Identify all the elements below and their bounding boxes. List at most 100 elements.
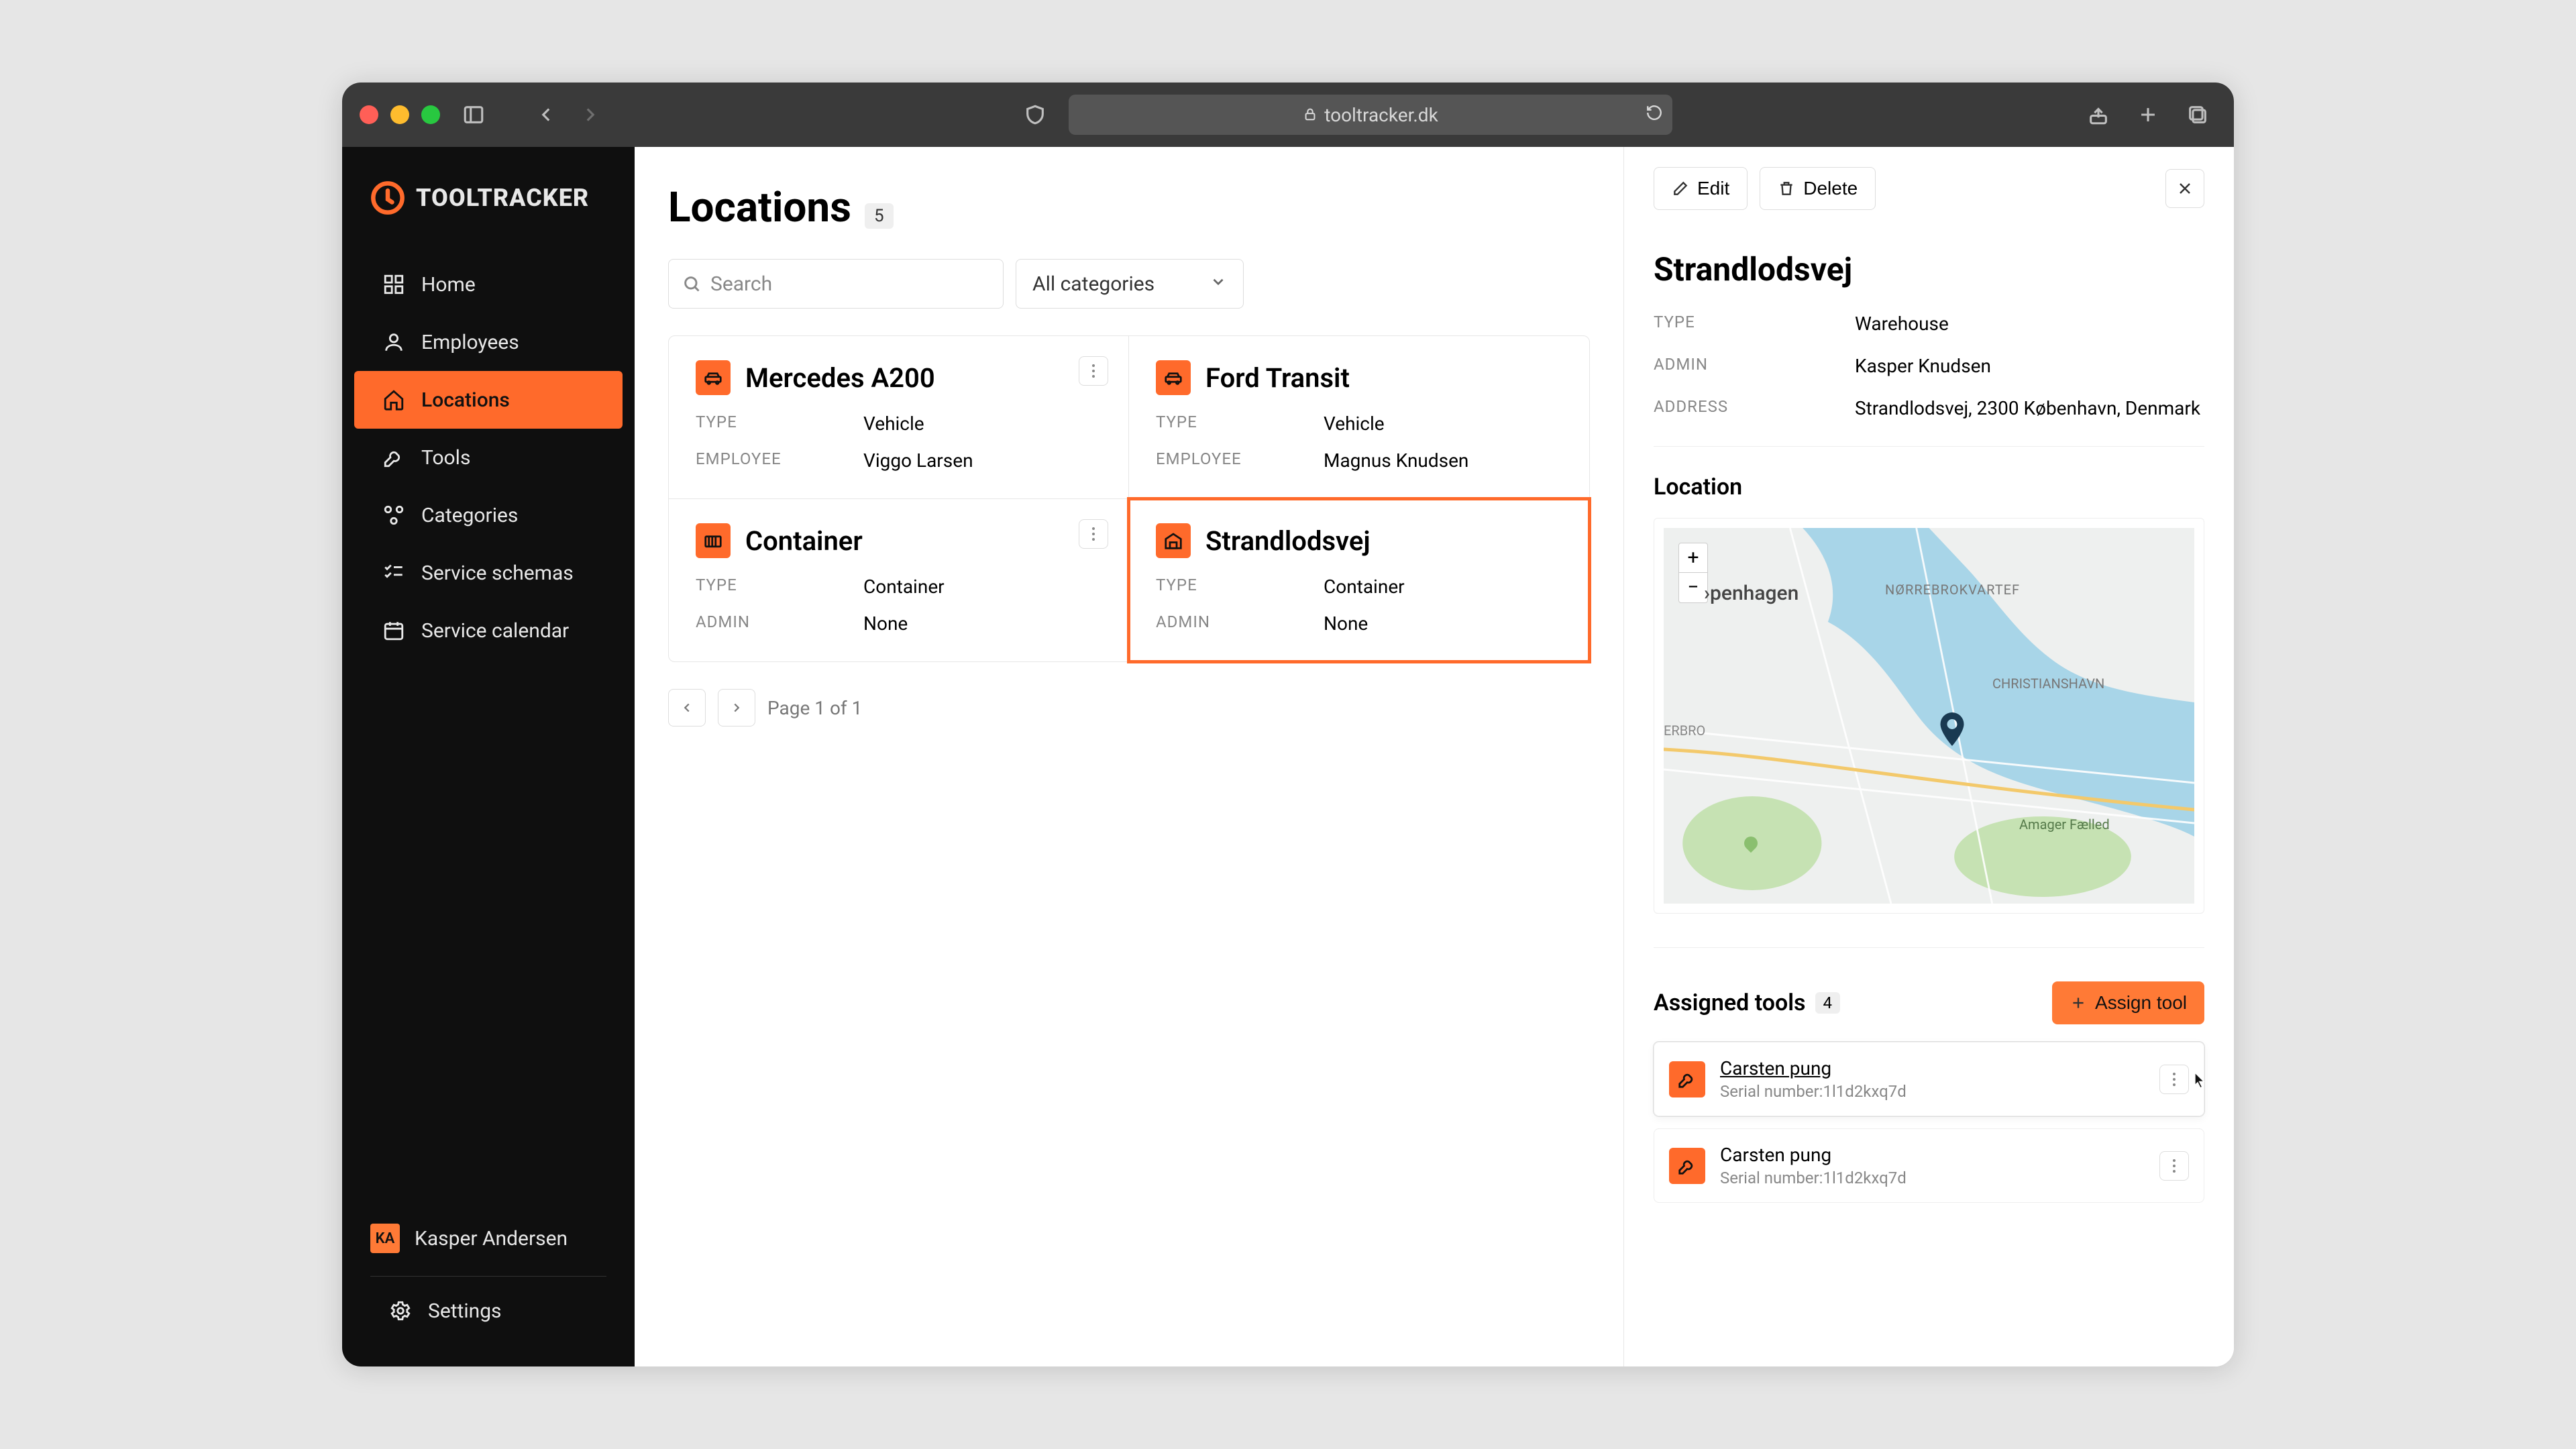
tool-name: Carsten pung [1720, 1057, 1907, 1079]
field-value: Warehouse [1855, 313, 2204, 335]
page-title: Locations [668, 183, 851, 232]
sidebar-item-locations[interactable]: Locations [354, 371, 623, 429]
maximize-window[interactable] [421, 105, 440, 124]
calendar-icon [382, 619, 405, 642]
minimize-window[interactable] [390, 105, 409, 124]
location-card-container[interactable]: Container TYPE Container ADMIN None [669, 499, 1129, 661]
field-label: TYPE [1156, 413, 1324, 435]
location-card-strandlodsvej[interactable]: Strandlodsvej TYPE Container ADMIN None [1129, 499, 1589, 661]
sidebar-item-label: Employees [421, 331, 519, 354]
pagination-label: Page 1 of 1 [767, 697, 862, 719]
plus-icon [2070, 994, 2087, 1012]
sidebar-item-label: Tools [421, 446, 470, 470]
window-controls [360, 105, 440, 124]
warehouse-icon [1156, 523, 1191, 558]
field-label: TYPE [696, 576, 863, 598]
sidebar-item-service-calendar[interactable]: Service calendar [354, 602, 623, 659]
sidebar-item-tools[interactable]: Tools [354, 429, 623, 486]
locations-list-pane: Locations 5 Search All categories [635, 147, 1623, 1366]
map-area-label: Amager Fælled [2019, 816, 2110, 833]
location-name: Strandlodsvej [1205, 525, 1371, 557]
tool-name: Carsten pung [1720, 1144, 1907, 1166]
privacy-shield-icon[interactable] [1016, 96, 1054, 133]
delete-button[interactable]: Delete [1760, 167, 1876, 210]
field-label: ADDRESS [1654, 397, 1855, 419]
location-card-mercedes[interactable]: Mercedes A200 TYPE Vehicle EMPLOYEE Vigg… [669, 336, 1129, 499]
close-window[interactable] [360, 105, 378, 124]
browser-window: tooltracker.dk TOOLTRACKER Home [342, 83, 2234, 1366]
user-name: Kasper Andersen [415, 1227, 568, 1250]
map-marker-icon [1932, 709, 1972, 749]
user-icon [382, 331, 405, 354]
sidebar-item-settings[interactable]: Settings [361, 1282, 616, 1340]
card-menu-button[interactable] [1079, 519, 1108, 549]
field-value: Viggo Larsen [863, 449, 1102, 472]
search-icon [682, 274, 701, 293]
location-name: Container [745, 525, 863, 557]
brand-icon [370, 180, 405, 215]
field-label: EMPLOYEE [1156, 449, 1324, 472]
back-button[interactable] [527, 96, 565, 133]
sidebar-toggle-icon[interactable] [455, 96, 492, 133]
edit-button[interactable]: Edit [1654, 167, 1748, 210]
sidebar-item-label: Locations [421, 388, 510, 412]
prev-page-button[interactable] [668, 689, 706, 727]
sidebar-item-label: Categories [421, 504, 518, 527]
new-tab-icon[interactable] [2129, 96, 2167, 133]
map[interactable]: + − ›penhagen NØRREBROKVARTEF CHRISTIANS… [1664, 528, 2194, 904]
gear-icon [389, 1299, 412, 1322]
current-user[interactable]: KA Kasper Andersen [361, 1206, 616, 1271]
delete-label: Delete [1803, 178, 1858, 199]
pencil-icon [1672, 180, 1689, 197]
field-label: TYPE [1156, 576, 1324, 598]
tool-item[interactable]: Carsten pung Serial number:1l1d2kxq7d [1654, 1042, 2204, 1116]
category-filter-label: All categories [1032, 272, 1155, 296]
sidebar-item-categories[interactable]: Categories [354, 486, 623, 544]
sidebar-item-service-schemas[interactable]: Service schemas [354, 544, 623, 602]
chevron-down-icon [1210, 272, 1227, 296]
grid-icon [382, 273, 405, 296]
card-menu-button[interactable] [1079, 356, 1108, 386]
zoom-out-button[interactable]: − [1679, 573, 1707, 602]
field-label: ADMIN [1654, 355, 1855, 377]
cursor-icon [2187, 1070, 2208, 1091]
field-value: Vehicle [1324, 413, 1562, 435]
tool-item[interactable]: Carsten pung Serial number:1l1d2kxq7d [1654, 1128, 2204, 1203]
assign-tool-button[interactable]: Assign tool [2052, 981, 2204, 1024]
share-icon[interactable] [2080, 96, 2117, 133]
category-filter[interactable]: All categories [1016, 259, 1244, 309]
container-icon [696, 523, 731, 558]
sidebar-item-employees[interactable]: Employees [354, 313, 623, 371]
settings-label: Settings [428, 1299, 502, 1323]
close-icon [2177, 180, 2193, 197]
assigned-tools-title: Assigned tools [1654, 989, 1806, 1016]
field-value: Magnus Knudsen [1324, 449, 1562, 472]
location-name: Mercedes A200 [745, 362, 935, 394]
app-root: TOOLTRACKER Home Employees Locations To [342, 147, 2234, 1366]
close-detail-button[interactable] [2165, 169, 2204, 208]
map-area-label: ERBRO [1664, 722, 1705, 739]
search-input[interactable]: Search [668, 259, 1004, 309]
field-label: ADMIN [696, 612, 863, 635]
tool-menu-button[interactable] [2159, 1151, 2189, 1181]
forward-button[interactable] [572, 96, 609, 133]
field-value: Strandlodsvej, 2300 København, Denmark [1855, 397, 2204, 419]
tabs-overview-icon[interactable] [2179, 96, 2216, 133]
tools-count-badge: 4 [1815, 992, 1841, 1014]
assign-tool-label: Assign tool [2095, 992, 2187, 1014]
field-label: ADMIN [1156, 612, 1324, 635]
reload-icon[interactable] [1646, 104, 1663, 126]
edit-label: Edit [1697, 178, 1729, 199]
url-bar[interactable]: tooltracker.dk [1069, 95, 1672, 135]
sidebar-item-home[interactable]: Home [354, 256, 623, 313]
field-label: TYPE [1654, 313, 1855, 335]
sidebar: TOOLTRACKER Home Employees Locations To [342, 147, 635, 1366]
sidebar-item-label: Service calendar [421, 619, 569, 643]
wrench-icon [382, 446, 405, 469]
tool-menu-button[interactable] [2159, 1065, 2189, 1094]
next-page-button[interactable] [718, 689, 755, 727]
location-card-ford[interactable]: Ford Transit TYPE Vehicle EMPLOYEE Magnu… [1129, 336, 1589, 499]
zoom-in-button[interactable]: + [1679, 543, 1707, 573]
car-icon [696, 360, 731, 395]
nav-list: Home Employees Locations Tools Categorie… [342, 256, 635, 659]
